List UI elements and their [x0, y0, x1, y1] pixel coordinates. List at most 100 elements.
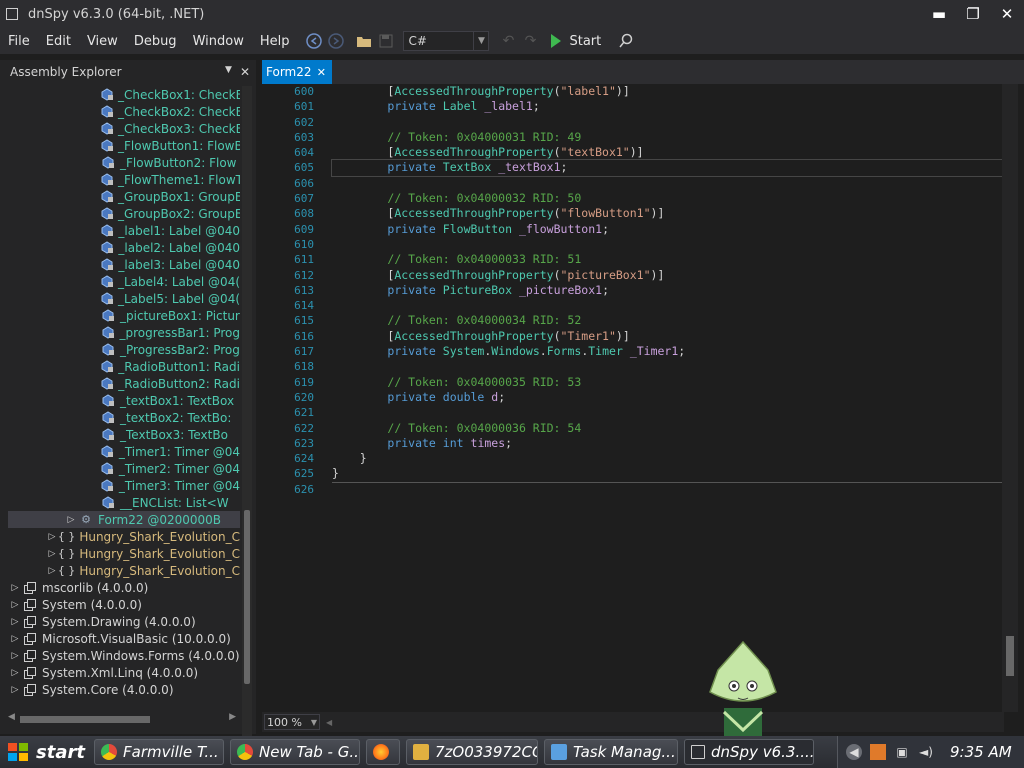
tree-item-field[interactable]: _FlowTheme1 : FlowT	[8, 171, 240, 188]
restore-button[interactable]: ❐	[956, 0, 990, 28]
volume-icon[interactable]: ◄)	[918, 744, 934, 760]
network-icon[interactable]: ▣	[894, 744, 910, 760]
tree-item-field[interactable]: __ENCList : List<W	[8, 494, 240, 511]
tree-item-namespace[interactable]: ▷{ } Hungry_Shark_Evolution_C	[8, 562, 240, 579]
expand-icon[interactable]: ▷	[10, 600, 20, 610]
search-icon[interactable]	[615, 30, 637, 52]
clock[interactable]: 9:35 AM	[950, 743, 1012, 761]
field-type: : Pictur	[197, 308, 240, 323]
explorer-horizontal-scrollbar[interactable]: ◀ ▶	[8, 712, 236, 726]
tab-form22[interactable]: Form22 ✕	[262, 60, 332, 84]
tree-item-field[interactable]: _Timer2 : Timer @04	[8, 460, 240, 477]
tree-item-class[interactable]: ▷ ⚙ Form22 @0200000B	[8, 511, 240, 528]
tree-item-field[interactable]: _TextBox3 : TextBo	[8, 426, 240, 443]
forward-icon[interactable]	[325, 30, 347, 52]
tree-item-assembly[interactable]: ▷ Microsoft.VisualBasic (10.0.0.0)	[8, 630, 240, 647]
tab-close-icon[interactable]: ✕	[317, 66, 326, 79]
start-debug-button[interactable]: Start	[551, 34, 601, 49]
expand-icon[interactable]: ▷	[48, 566, 56, 576]
tree-item-field[interactable]: _textBox1 : TextBox	[8, 392, 240, 409]
tree-item-field[interactable]: _FlowButton1 : FlowB	[8, 137, 240, 154]
editor-vertical-scrollbar[interactable]	[1002, 84, 1018, 712]
tree-item-namespace[interactable]: ▷{ } Hungry_Shark_Evolution_C	[8, 545, 240, 562]
menu-window[interactable]: Window	[185, 34, 252, 49]
tree-item-field[interactable]: _GroupBox2 : GroupB	[8, 205, 240, 222]
tree-item-assembly[interactable]: ▷ System.Windows.Forms (4.0.0.0)	[8, 647, 240, 664]
tree-item-field[interactable]: _CheckBox2 : CheckB	[8, 103, 240, 120]
tree-item-field[interactable]: _RadioButton2 : Radi	[8, 375, 240, 392]
expand-icon[interactable]: ▷	[10, 685, 20, 695]
taskbar-button-firefox[interactable]	[366, 739, 400, 765]
undo-icon[interactable]: ↶	[497, 30, 519, 52]
tree-item-namespace[interactable]: ▷{ } Hungry_Shark_Evolution_C	[8, 528, 240, 545]
open-folder-icon[interactable]	[353, 30, 375, 52]
scroll-thumb[interactable]	[244, 510, 250, 684]
tree-item-field[interactable]: _progressBar1 : Prog	[8, 324, 240, 341]
tree-item-assembly[interactable]: ▷ System.Core (4.0.0.0)	[8, 681, 240, 698]
scroll-thumb[interactable]	[20, 716, 150, 723]
tree-item-field[interactable]: _Label5 : Label @04(	[8, 290, 240, 307]
explorer-menu-icon[interactable]: ▼	[225, 65, 232, 79]
minimize-button[interactable]: ▬	[922, 0, 956, 28]
explorer-close-icon[interactable]: ✕	[240, 65, 250, 79]
zoom-select[interactable]: 100 % ▼	[264, 714, 320, 730]
taskbar-button-task-manager[interactable]: Task Manag...	[544, 739, 678, 765]
tray-app-icon[interactable]	[870, 744, 886, 760]
expand-icon[interactable]: ▷	[10, 668, 20, 678]
menu-view[interactable]: View	[79, 34, 126, 49]
expand-icon[interactable]: ▷	[10, 651, 20, 661]
scroll-thumb[interactable]	[1006, 636, 1014, 676]
expand-icon[interactable]: ▷	[66, 515, 76, 525]
tree-item-field[interactable]: _Label4 : Label @04(	[8, 273, 240, 290]
zoom-value: 100 %	[267, 715, 302, 729]
back-icon[interactable]	[303, 30, 325, 52]
expand-icon[interactable]: ▷	[48, 549, 56, 559]
scroll-left-icon[interactable]: ◀	[8, 712, 15, 722]
tree-item-assembly[interactable]: ▷ System.Xml.Linq (4.0.0.0)	[8, 664, 240, 681]
save-icon[interactable]	[375, 30, 397, 52]
tree-item-field[interactable]: _Timer3 : Timer @04	[8, 477, 240, 494]
language-select[interactable]: C# ▼	[403, 31, 490, 51]
tree-item-field[interactable]: _label1 : Label @040	[8, 222, 240, 239]
tree-item-field[interactable]: _pictureBox1 : Pictur	[8, 307, 240, 324]
tree-item-assembly[interactable]: ▷ mscorlib (4.0.0.0)	[8, 579, 240, 596]
expand-icon[interactable]: ▷	[48, 532, 56, 542]
tree-item-field[interactable]: _CheckBox1 : CheckB	[8, 86, 240, 103]
menu-debug[interactable]: Debug	[126, 34, 185, 49]
code-area[interactable]: [AccessedThroughProperty("label1")] priv…	[331, 84, 1003, 498]
close-button[interactable]: ✕	[990, 0, 1024, 28]
tray-expand-icon[interactable]: ◀	[846, 744, 862, 760]
field-type: : Timer @04	[166, 461, 240, 476]
redo-icon[interactable]: ↷	[519, 30, 541, 52]
tree-item-field[interactable]: _label3 : Label @040	[8, 256, 240, 273]
assembly-name: System.Drawing (4.0.0.0)	[42, 614, 196, 629]
tree-item-field[interactable]: _FlowButton2 : Flow	[8, 154, 240, 171]
tree-item-assembly[interactable]: ▷ System (4.0.0.0)	[8, 596, 240, 613]
assembly-name: System.Windows.Forms (4.0.0.0)	[42, 648, 240, 663]
assembly-tree[interactable]: _CheckBox1 : CheckB _CheckBox2 : CheckB _C…	[8, 86, 240, 766]
scroll-left-icon[interactable]: ◀	[326, 718, 332, 727]
code-editor[interactable]: 600 601 602 603 604 605 606 607 608 609 610 611 612 6…	[262, 84, 1003, 712]
tree-item-field[interactable]: _Timer1 : Timer @04	[8, 443, 240, 460]
taskbar-button-farmville[interactable]: Farmville T...	[94, 739, 224, 765]
scroll-right-icon[interactable]: ▶	[229, 712, 236, 722]
expand-icon[interactable]: ▷	[10, 634, 20, 644]
expand-icon[interactable]: ▷	[10, 583, 20, 593]
explorer-vertical-scrollbar[interactable]	[242, 86, 252, 766]
menu-file[interactable]: File	[0, 34, 38, 49]
taskbar-button-dnspy[interactable]: dnSpy v6.3....	[684, 739, 814, 765]
tree-item-field[interactable]: _ProgressBar2 : Prog	[8, 341, 240, 358]
start-button[interactable]: start	[0, 736, 88, 768]
menu-edit[interactable]: Edit	[38, 34, 79, 49]
menu-help[interactable]: Help	[252, 34, 298, 49]
tree-item-assembly[interactable]: ▷ System.Drawing (4.0.0.0)	[8, 613, 240, 630]
tree-item-field[interactable]: _RadioButton1 : Radi	[8, 358, 240, 375]
expand-icon[interactable]: ▷	[10, 617, 20, 627]
taskbar-button-7zip[interactable]: 7zO033972CC	[406, 739, 538, 765]
tree-item-field[interactable]: _GroupBox1 : GroupB	[8, 188, 240, 205]
tree-item-field[interactable]: _CheckBox3 : CheckB	[8, 120, 240, 137]
tree-item-field[interactable]: _textBox2 : TextBo:	[8, 409, 240, 426]
taskbar-button-new-tab[interactable]: New Tab - G...	[230, 739, 360, 765]
tree-item-field[interactable]: _label2 : Label @040	[8, 239, 240, 256]
